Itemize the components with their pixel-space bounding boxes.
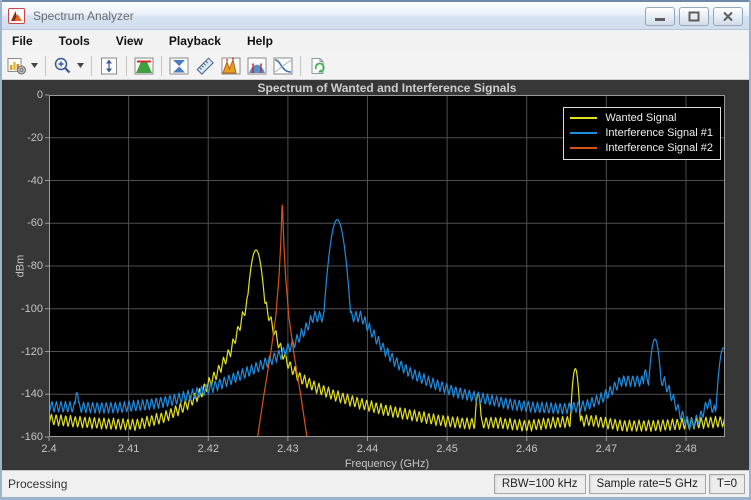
- zoom-button[interactable]: [50, 54, 76, 78]
- y-tick-label: -100: [20, 302, 43, 315]
- x-tick-label: 2.47: [595, 443, 618, 455]
- distortion-measurements-button[interactable]: [270, 54, 296, 78]
- x-tick-label: 2.45: [436, 443, 458, 455]
- y-axis-label: dBm: [14, 254, 27, 278]
- legend-line-sample: [570, 117, 598, 119]
- export-config-icon: [7, 57, 26, 74]
- y-tick-label: -140: [20, 388, 43, 401]
- toolbar-separator: [45, 55, 46, 76]
- legend-label: Wanted Signal: [605, 112, 677, 124]
- legend-entry-interference1: Interference Signal #1: [570, 126, 713, 140]
- plot-title: Spectrum of Wanted and Interference Sign…: [257, 81, 517, 95]
- status-bar: Processing RBW=100 kHz Sample rate=5 GHz…: [2, 470, 749, 497]
- maximize-button[interactable]: [679, 7, 709, 26]
- snapshot-icon: [311, 57, 325, 74]
- menu-bar: File Tools View Playback Help: [2, 30, 749, 52]
- y-tick-label: -80: [27, 260, 43, 272]
- cursor-measurements-button[interactable]: [192, 54, 218, 78]
- x-axis-label: Frequency (GHz): [344, 458, 430, 470]
- fit-to-view-icon: [101, 57, 117, 74]
- menu-tools[interactable]: Tools: [59, 34, 90, 48]
- legend-line-sample: [570, 147, 598, 149]
- distortion-measurements-icon: [273, 57, 293, 74]
- spectral-mask-icon: [169, 57, 189, 74]
- sample-rate-status: Sample rate=5 GHz: [588, 474, 706, 494]
- x-tick-label: 2.46: [516, 443, 538, 455]
- fit-to-view-button[interactable]: [96, 54, 122, 78]
- close-icon: [723, 11, 733, 22]
- spectrum-analyzer-window: Spectrum Analyzer File Tools View Playba…: [0, 0, 751, 500]
- menu-help[interactable]: Help: [247, 34, 273, 48]
- y-tick-label: -120: [20, 345, 43, 358]
- x-tick-label: 2.41: [117, 443, 140, 455]
- toolbar-separator: [126, 55, 127, 76]
- toolbar-separator: [300, 55, 301, 76]
- legend: Wanted Signal Interference Signal #1 Int…: [563, 107, 721, 160]
- maximize-icon: [688, 11, 700, 22]
- minimize-button[interactable]: [645, 7, 675, 26]
- x-tick-label: 2.48: [675, 443, 697, 455]
- channel-measurements-button[interactable]: [244, 54, 270, 78]
- y-tick-label: -160: [20, 431, 43, 443]
- title-bar[interactable]: Spectrum Analyzer: [2, 0, 749, 30]
- legend-label: Interference Signal #1: [605, 127, 713, 139]
- figure-area: Spectrum of Wanted and Interference Sign…: [2, 80, 749, 470]
- y-tick-label: -40: [27, 174, 43, 187]
- close-button[interactable]: [713, 7, 743, 26]
- toolbar: [2, 52, 749, 80]
- zoom-in-icon: [54, 57, 71, 73]
- legend-entry-interference2: Interference Signal #2: [570, 141, 713, 155]
- legend-entry-wanted: Wanted Signal: [570, 111, 713, 125]
- minimize-icon: [655, 18, 665, 21]
- matlab-app-icon: [8, 7, 25, 24]
- peak-finder-icon: [221, 57, 241, 74]
- y-tick-label: -60: [27, 217, 43, 230]
- spectrum-settings-button[interactable]: [131, 54, 157, 78]
- time-status: T=0: [708, 474, 745, 494]
- menu-view[interactable]: View: [116, 34, 143, 48]
- export-config-button[interactable]: [4, 54, 30, 78]
- channel-measurements-icon: [247, 57, 267, 74]
- menu-playback[interactable]: Playback: [169, 34, 221, 48]
- legend-line-sample: [570, 132, 598, 134]
- zoom-dropdown[interactable]: [77, 63, 84, 68]
- export-config-dropdown[interactable]: [31, 63, 38, 68]
- y-tick-label: 0: [36, 89, 43, 101]
- peak-finder-button[interactable]: [218, 54, 244, 78]
- rbw-status: RBW=100 kHz: [493, 474, 586, 494]
- x-tick-label: 2.43: [277, 443, 299, 455]
- x-tick-label: 2.42: [197, 443, 219, 455]
- status-message: Processing: [8, 477, 68, 491]
- y-tick-label: -20: [27, 131, 43, 144]
- spectrum-settings-icon: [134, 57, 154, 74]
- toolbar-separator: [91, 55, 92, 76]
- x-tick-label: 2.4: [41, 443, 57, 455]
- menu-file[interactable]: File: [12, 34, 33, 48]
- axes: Spectrum of Wanted and Interference Sign…: [14, 81, 725, 470]
- x-tick-label: 2.44: [356, 443, 379, 455]
- spectral-mask-button[interactable]: [166, 54, 192, 78]
- cursor-measurements-icon: [196, 57, 214, 75]
- toolbar-separator: [161, 55, 162, 76]
- window-title: Spectrum Analyzer: [33, 8, 134, 23]
- snapshot-button[interactable]: [305, 54, 331, 78]
- legend-label: Interference Signal #2: [605, 142, 713, 154]
